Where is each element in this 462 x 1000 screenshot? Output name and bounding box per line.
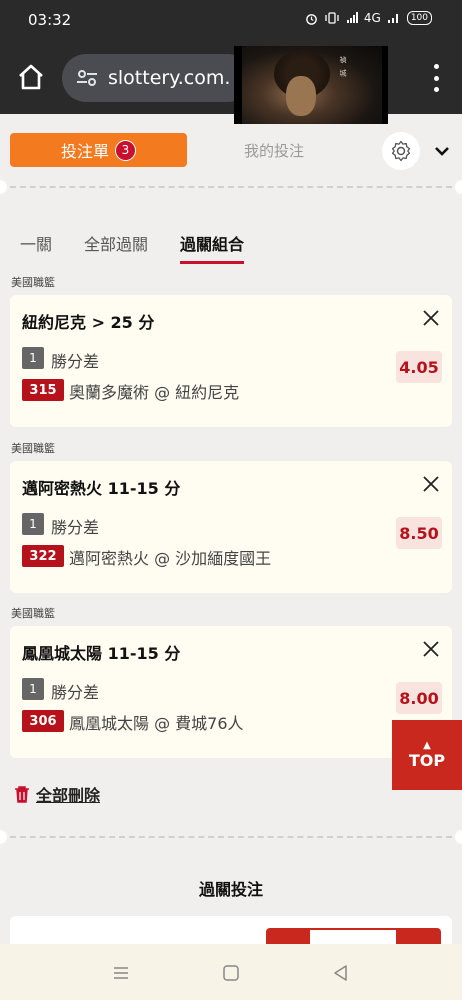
match-label: 邁阿密熱火 @ 沙加緬度國王 [69, 549, 272, 568]
parlay-section-title: 過關投注 [198, 880, 263, 899]
bet-type-number: 1 [22, 513, 44, 535]
tab-betslip[interactable]: 投注單 3 [10, 133, 187, 167]
collapse-chevron-icon[interactable] [432, 141, 452, 161]
tab-betslip-label: 投注單 [60, 142, 109, 161]
bet-selection-title: 鳳凰城太陽 11-15 分 [22, 644, 181, 663]
gear-icon [391, 140, 411, 162]
status-time: 03:32 [28, 11, 72, 29]
arrow-up-icon: ▲ [423, 739, 431, 751]
top-label: TOP [408, 750, 446, 770]
url-text: slottery.com. [108, 67, 231, 89]
tab-all-parlay[interactable]: 全部過關 [84, 231, 148, 264]
settings-button[interactable] [382, 132, 420, 170]
scroll-top-button[interactable]: ▲ TOP [392, 720, 462, 790]
4g-signal-icon [387, 14, 398, 23]
site-settings-icon[interactable] [76, 69, 98, 87]
match-number-badge: 306 [22, 710, 64, 732]
bet-mode-tabs: 一關 全部過關 過關組合 [20, 231, 245, 264]
trash-icon [15, 786, 29, 803]
odds-value: 8.00 [396, 682, 442, 714]
bet-card: 鳳凰城太陽 11-15 分 1 勝分差 306 鳳凰城太陽 @ 費城76人 8.… [10, 626, 452, 758]
bet-card: 紐約尼克 > 25 分 1 勝分差 315 奧蘭多魔術 @ 紐約尼克 4.05 [10, 295, 452, 427]
bet-selection-title: 邁阿密熱火 11-15 分 [22, 479, 181, 498]
match-number-badge: 315 [22, 379, 64, 401]
tab-my-bets[interactable]: 我的投注 [244, 140, 304, 161]
bet-type-label: 勝分差 [51, 683, 100, 702]
odds-value: 8.50 [396, 517, 442, 549]
tab-parlay-combo[interactable]: 過關組合 [180, 231, 245, 264]
bet-count-badge: 3 [115, 139, 136, 161]
video-artwork-face [286, 76, 316, 116]
betslip-panel: 投注單 3 我的投注 一關 全部過關 過關組合 美國職籃 紐約尼克 > 25 分… [0, 124, 462, 944]
floating-video-overlay[interactable]: 禎 城 [234, 46, 388, 134]
vibrate-icon [325, 12, 339, 24]
recent-apps-icon[interactable] [110, 962, 132, 984]
close-icon[interactable] [422, 475, 440, 493]
battery-icon: 100 [406, 11, 432, 25]
home-icon[interactable] [16, 62, 46, 92]
league-label: 美國職籃 [11, 276, 55, 289]
bet-card: 邁阿密熱火 11-15 分 1 勝分差 322 邁阿密熱火 @ 沙加緬度國王 8… [10, 461, 452, 593]
bet-type-label: 勝分差 [51, 518, 100, 537]
bet-selection-title: 紐約尼克 > 25 分 [22, 313, 155, 332]
match-label: 鳳凰城太陽 @ 費城76人 [69, 714, 244, 733]
close-icon[interactable] [422, 309, 440, 327]
bet-type-number: 1 [22, 347, 44, 369]
odds-value: 4.05 [396, 351, 442, 383]
status-bar: 03:32 4G 100 [0, 0, 462, 42]
match-number-badge: 322 [22, 545, 64, 567]
bet-type-label: 勝分差 [51, 352, 100, 371]
signal-icon [346, 12, 358, 23]
browser-toolbar: slottery.com. [0, 42, 462, 114]
bet-type-number: 1 [22, 678, 44, 700]
url-bar[interactable]: slottery.com. [62, 54, 252, 102]
match-label: 奧蘭多魔術 @ 紐約尼克 [69, 383, 240, 402]
home-nav-icon[interactable] [220, 962, 242, 984]
tab-single[interactable]: 一關 [20, 231, 52, 264]
divider [0, 830, 462, 844]
video-artwork-text: 禎 城 [339, 56, 347, 79]
delete-all-label: 全部刪除 [36, 786, 101, 805]
network-label: 4G [363, 11, 381, 25]
system-nav-bar [0, 944, 462, 1000]
league-label: 美國職籃 [11, 442, 55, 455]
delete-all-button[interactable]: 全部刪除 [14, 782, 100, 806]
close-icon[interactable] [422, 640, 440, 658]
league-label: 美國職籃 [11, 607, 55, 620]
more-options-icon[interactable] [432, 64, 440, 92]
divider [0, 180, 462, 194]
back-icon[interactable] [330, 962, 352, 984]
status-icons: 4G 100 [305, 11, 432, 25]
alarm-icon [306, 13, 317, 25]
